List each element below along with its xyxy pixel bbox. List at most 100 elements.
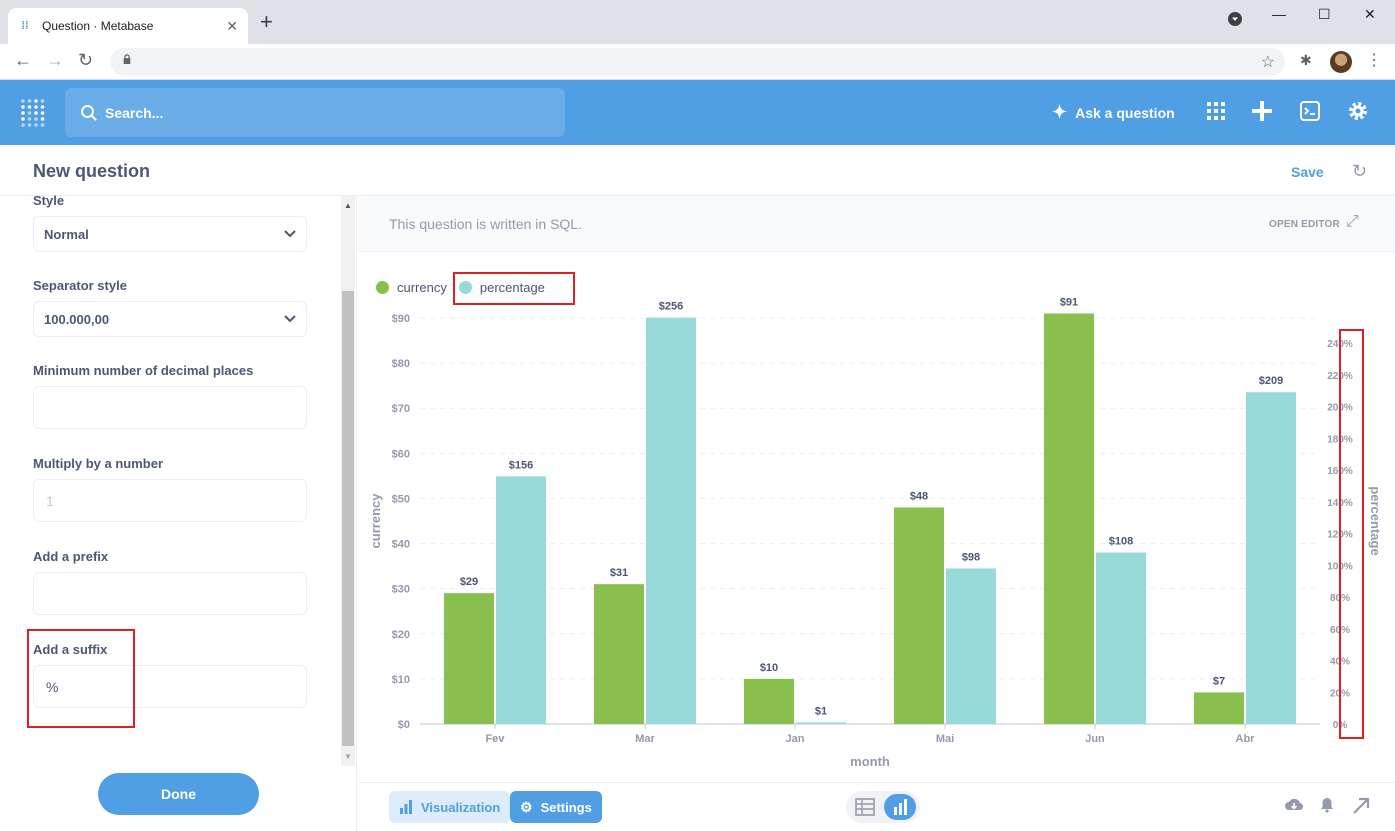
gear-icon[interactable] [1347, 100, 1369, 122]
sidebar-scrollbar[interactable]: ▲ ▼ [341, 196, 355, 766]
bar-percentage [496, 476, 546, 724]
chart-view-icon [894, 799, 907, 815]
chevron-down-icon [284, 315, 296, 323]
bar-percentage [646, 317, 696, 724]
refresh-icon[interactable]: ↻ [1352, 161, 1367, 182]
scrollbar-thumb[interactable] [342, 291, 354, 746]
done-button[interactable]: Done [98, 773, 259, 815]
minimize-icon[interactable]: — [1272, 6, 1286, 22]
min-decimal-input[interactable] [33, 386, 307, 429]
data-label: $91 [1060, 296, 1078, 308]
y-axis-title: currency [368, 493, 383, 549]
maximize-icon[interactable]: ☐ [1318, 6, 1331, 23]
bar-currency [594, 584, 644, 724]
data-label: $48 [910, 490, 928, 502]
legend-label-currency: currency [397, 280, 447, 295]
style-label: Style [33, 193, 65, 208]
separator-label: Separator style [33, 278, 127, 293]
legend-item-currency[interactable]: currency [376, 280, 447, 295]
bar-percentage [1246, 392, 1296, 724]
reload-icon[interactable]: ↻ [78, 50, 93, 71]
metabase-logo-icon[interactable] [20, 98, 46, 128]
x-axis-title: month [850, 754, 890, 769]
bar-currency [1194, 692, 1244, 724]
bar-percentage [796, 722, 846, 724]
bar-currency [894, 507, 944, 724]
browser-menu-icon[interactable]: ⋮ [1366, 50, 1382, 70]
bar-chart: $0$10$20$30$40$50$60$70$80$900%20%40%60%… [368, 296, 1383, 769]
share-arrow-icon[interactable] [1352, 797, 1370, 820]
multiply-label: Multiply by a number [33, 456, 164, 471]
search-icon [81, 104, 97, 121]
save-button[interactable]: Save [1291, 164, 1324, 180]
x-tick-label: Jun [1085, 733, 1105, 745]
y-tick-label: $50 [392, 493, 410, 505]
download-icon[interactable] [1284, 797, 1304, 818]
style-value: Normal [44, 226, 89, 242]
settings-button[interactable]: ⚙ Settings [510, 791, 602, 823]
min-decimal-label: Minimum number of decimal places [33, 363, 254, 378]
scroll-up-icon[interactable]: ▲ [344, 201, 352, 210]
data-label: $156 [509, 459, 533, 471]
data-label: $1 [815, 705, 827, 717]
browser-tabstrip: ⁞⁞ Question · Metabase ✕ + — ☐ ✕ [0, 0, 1395, 44]
scroll-down-icon[interactable]: ▼ [344, 752, 352, 761]
data-label: $31 [610, 567, 628, 579]
view-toggle [846, 791, 920, 823]
style-select[interactable]: Normal [33, 216, 307, 252]
lock-icon [123, 54, 131, 64]
y-tick-label: $60 [392, 448, 410, 460]
bar-percentage [1096, 552, 1146, 724]
separator-select[interactable]: 100.000,00 [33, 301, 307, 337]
suffix-highlight-box [27, 629, 135, 728]
close-window-icon[interactable]: ✕ [1364, 6, 1376, 23]
apps-grid-icon[interactable] [1205, 100, 1227, 122]
sql-editor-icon[interactable] [1299, 100, 1321, 122]
forward-icon[interactable]: → [46, 50, 64, 71]
search-input[interactable]: Search... [65, 88, 565, 137]
bar-percentage [946, 568, 996, 724]
browser-tab[interactable]: ⁞⁞ Question · Metabase ✕ [8, 8, 248, 44]
address-bar[interactable]: ☆ [110, 48, 1285, 76]
tab-close-icon[interactable]: ✕ [226, 18, 238, 35]
data-label: $7 [1213, 675, 1225, 687]
tab-title: Question · Metabase [42, 19, 154, 33]
plus-icon[interactable] [1251, 100, 1273, 122]
multiply-placeholder: 1 [46, 492, 54, 509]
bell-icon[interactable] [1320, 797, 1334, 818]
back-icon[interactable]: ← [14, 50, 32, 71]
visualization-label: Visualization [421, 799, 501, 815]
x-tick-label: Fev [486, 733, 506, 745]
settings-label: Settings [540, 799, 592, 815]
data-label: $10 [760, 662, 778, 674]
y-tick-label: $20 [392, 629, 410, 641]
prefix-input[interactable] [33, 572, 307, 615]
ask-question-button[interactable]: ✦ Ask a question [1052, 102, 1175, 123]
question-footer: Visualization ⚙ Settings [358, 782, 1395, 831]
extensions-icon[interactable]: ✱ [1300, 52, 1312, 69]
data-label: $256 [659, 301, 683, 313]
question-header: New question Save ↻ [0, 145, 1395, 196]
search-placeholder: Search... [105, 104, 164, 121]
x-tick-label: Mar [635, 733, 655, 745]
table-view-icon[interactable] [854, 797, 876, 817]
data-label: $29 [460, 576, 478, 588]
bar-currency [1044, 313, 1094, 724]
profile-menu-icon[interactable] [1228, 12, 1242, 29]
profile-avatar[interactable] [1330, 51, 1352, 73]
bar-currency [444, 593, 494, 724]
bookmark-star-icon[interactable]: ☆ [1261, 52, 1275, 72]
prefix-label: Add a prefix [33, 549, 109, 564]
y-tick-label: $80 [392, 358, 410, 370]
new-tab-button[interactable]: + [260, 11, 273, 33]
visualization-button[interactable]: Visualization [389, 791, 511, 823]
multiply-input[interactable]: 1 [33, 479, 307, 522]
y-tick-label: $70 [392, 403, 410, 415]
x-tick-label: Jan [786, 733, 805, 745]
open-editor-button[interactable]: OPEN EDITOR [1269, 219, 1340, 230]
sparkle-icon: ✦ [1052, 102, 1068, 122]
expand-icon[interactable]: ⤢ [1346, 213, 1359, 231]
chart-view-button[interactable] [884, 794, 916, 820]
y-tick-label: $10 [392, 674, 410, 686]
x-tick-label: Abr [1236, 733, 1256, 745]
